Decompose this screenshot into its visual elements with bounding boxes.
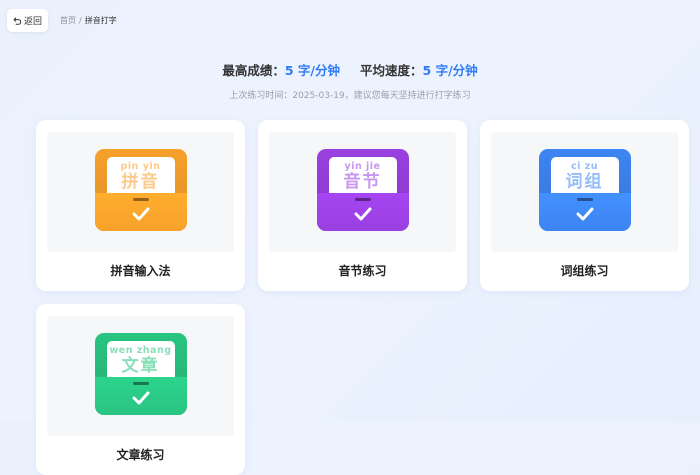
card-label: 音节练习 bbox=[338, 264, 387, 278]
card-label: 文章练习 bbox=[116, 448, 165, 462]
breadcrumb-separator: / bbox=[79, 16, 82, 25]
icon-hanzi-text: 拼音 bbox=[121, 172, 160, 192]
card-label: 词组练习 bbox=[560, 264, 609, 278]
breadcrumb: 首页 / 拼音打字 bbox=[60, 15, 117, 26]
pinyin-input-icon: pin yin 拼音 bbox=[94, 149, 187, 231]
last-practice-text: 上次练习时间：2025-03-19，建议您每天坚持进行打字练习 bbox=[229, 91, 471, 101]
back-label: 返回 bbox=[23, 17, 42, 27]
avg-speed-value: 5 字/分钟 bbox=[422, 63, 478, 78]
back-arrow-icon bbox=[13, 17, 22, 25]
best-score-label: 最高成绩： bbox=[222, 63, 285, 78]
card-icon-area: ci zu 词组 bbox=[491, 132, 678, 252]
stats-line: 最高成绩：5 字/分钟 平均速度：5 字/分钟 bbox=[0, 60, 700, 79]
breadcrumb-home[interactable]: 首页 bbox=[60, 15, 76, 26]
check-icon bbox=[132, 207, 149, 221]
syllable-icon: yin jie 音节 bbox=[316, 149, 409, 231]
check-icon bbox=[132, 391, 149, 405]
article-icon: wen zhang 文章 bbox=[94, 333, 187, 415]
phrase-icon: ci zu 词组 bbox=[538, 149, 631, 231]
avg-speed-label: 平均速度： bbox=[360, 63, 423, 78]
icon-pinyin-text: ci zu bbox=[571, 161, 598, 172]
icon-tray bbox=[316, 193, 409, 231]
card-icon-area: yin jie 音节 bbox=[269, 132, 456, 252]
icon-tray bbox=[538, 193, 631, 231]
card-syllable-practice[interactable]: yin jie 音节 音节练习 bbox=[258, 120, 467, 291]
icon-hanzi-text: 文章 bbox=[121, 356, 160, 376]
icon-pinyin-text: yin jie bbox=[344, 161, 381, 172]
check-icon bbox=[354, 207, 371, 221]
card-article-practice[interactable]: wen zhang 文章 文章练习 bbox=[36, 304, 245, 475]
icon-tray bbox=[94, 193, 187, 231]
icon-hanzi-text: 词组 bbox=[565, 172, 604, 192]
breadcrumb-current: 拼音打字 bbox=[84, 16, 117, 25]
card-icon-area: pin yin 拼音 bbox=[47, 132, 234, 252]
icon-hanzi-text: 音节 bbox=[343, 172, 382, 192]
check-icon bbox=[576, 207, 593, 221]
icon-pinyin-text: pin yin bbox=[120, 161, 161, 172]
icon-pinyin-text: wen zhang bbox=[109, 345, 172, 356]
card-pinyin-input[interactable]: pin yin 拼音 拼音输入法 bbox=[36, 120, 245, 291]
card-icon-area: wen zhang 文章 bbox=[47, 316, 234, 436]
icon-tray bbox=[94, 377, 187, 415]
best-score-value: 5 字/分钟 bbox=[284, 63, 340, 78]
back-button[interactable]: 返回 bbox=[7, 9, 48, 32]
card-label: 拼音输入法 bbox=[110, 264, 171, 278]
card-phrase-practice[interactable]: ci zu 词组 词组练习 bbox=[480, 120, 689, 291]
